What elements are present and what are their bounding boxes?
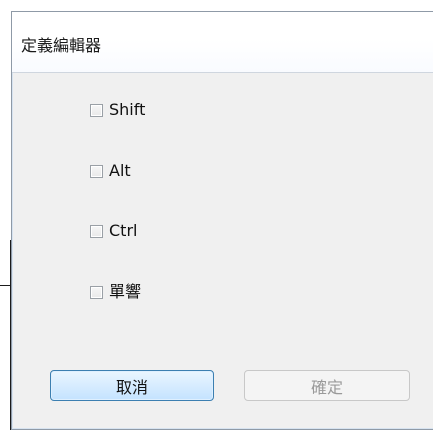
option-single-click[interactable]: 單響 xyxy=(90,281,141,303)
ctrl-checkbox[interactable] xyxy=(90,224,103,238)
ok-button[interactable]: 確定 xyxy=(244,370,410,401)
alt-label: Alt xyxy=(109,161,131,180)
dialog-title: 定義編輯器 xyxy=(21,36,102,55)
ctrl-label: Ctrl xyxy=(109,221,138,240)
option-ctrl[interactable]: Ctrl xyxy=(90,220,137,242)
definition-editor-dialog: 定義編輯器 Shift Alt Ctrl 單響 取消 確定 xyxy=(11,11,433,430)
cancel-button-label: 取消 xyxy=(115,377,148,397)
dialog-title-bar[interactable]: 定義編輯器 xyxy=(12,12,433,73)
modifier-options: Shift Alt Ctrl 單響 xyxy=(12,72,433,322)
single-click-checkbox[interactable] xyxy=(90,285,103,299)
alt-checkbox[interactable] xyxy=(90,164,103,178)
shift-checkbox[interactable] xyxy=(90,103,103,117)
ok-button-label: 確定 xyxy=(310,377,343,397)
dialog-button-bar: 取消 確定 xyxy=(12,345,433,405)
cancel-button[interactable]: 取消 xyxy=(50,370,214,401)
option-alt[interactable]: Alt xyxy=(90,160,131,182)
option-shift[interactable]: Shift xyxy=(90,99,145,121)
single-click-label: 單響 xyxy=(109,282,142,301)
shift-label: Shift xyxy=(109,100,146,119)
